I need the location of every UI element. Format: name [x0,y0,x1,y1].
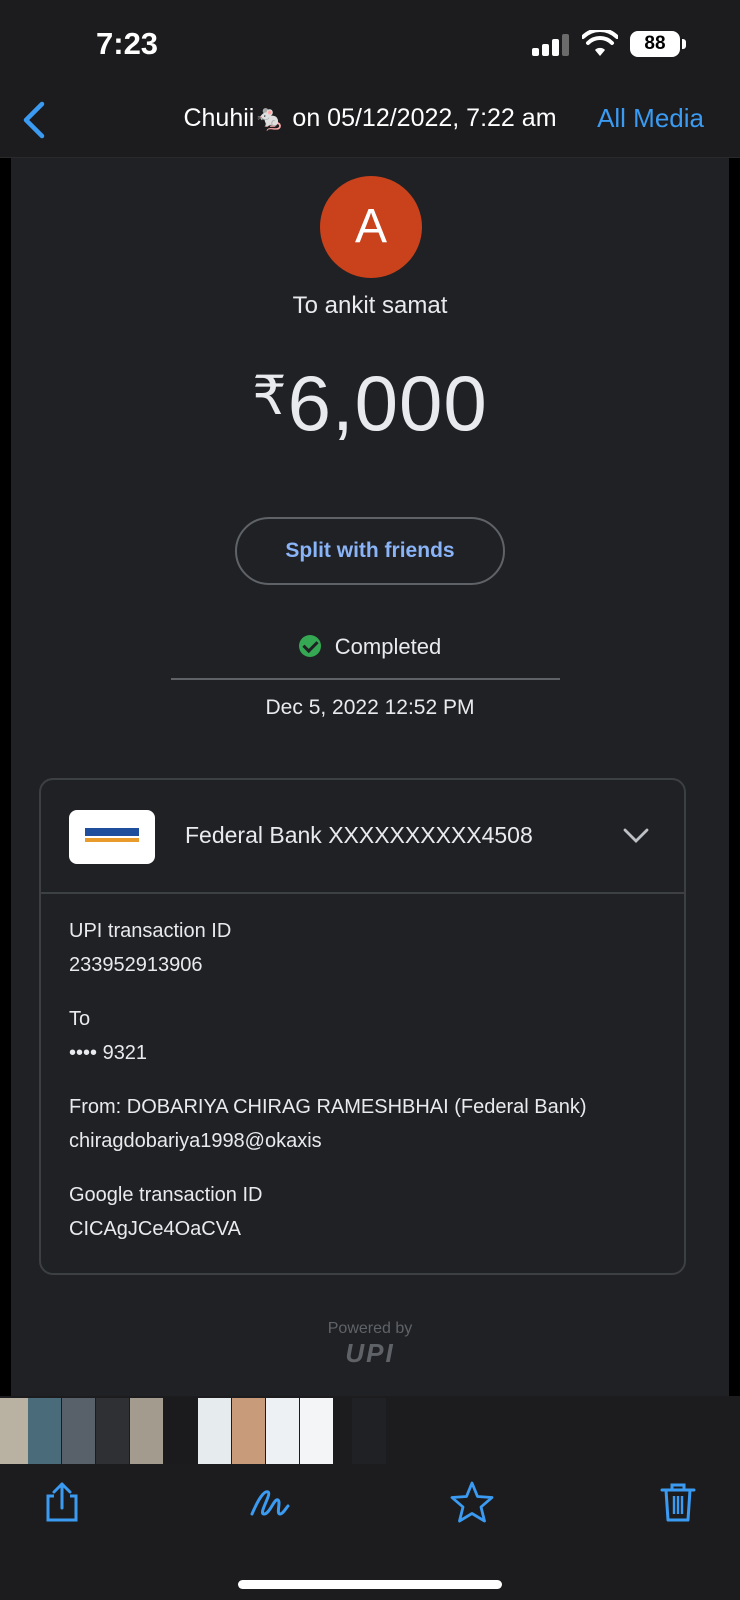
upi-transaction-id-label: UPI transaction ID [69,920,232,942]
thumbnail[interactable] [96,1398,129,1464]
share-icon[interactable] [40,1480,84,1524]
to-account-value: •••• 9321 [69,1042,148,1064]
chevron-down-icon [623,828,649,843]
thumbnail[interactable] [164,1398,197,1464]
status-label: Completed [334,634,442,659]
from-upi-id-value: chiragdobariya1998@okaxis [69,1130,322,1152]
home-indicator [238,1580,502,1589]
bottom-toolbar [0,1466,740,1600]
to-label: To [69,1008,91,1030]
from-label: From: DOBARIYA CHIRAG RAMESHBHAI (Federa… [69,1096,587,1118]
battery-icon: 88 [630,31,680,57]
split-with-friends-button: Split with friends [235,517,505,585]
bank-account-label: Federal Bank XXXXXXXXXX4508 [185,822,533,848]
thumbnail[interactable] [300,1398,333,1464]
trash-icon[interactable] [656,1480,700,1524]
photo-viewer[interactable]: A To ankit samat ₹6,000 Split with frien… [0,158,740,1396]
google-transaction-id-value: CICAgJCe4OaCVA [69,1218,241,1240]
bank-account-row: Federal Bank XXXXXXXXXX4508 [41,780,684,894]
thumbnail[interactable] [28,1398,61,1464]
payment-datetime: Dec 5, 2022 12:52 PM [265,696,475,719]
divider [171,678,560,680]
battery-nub [682,39,686,49]
transaction-details-card: Federal Bank XXXXXXXXXX4508 UPI transact… [39,778,686,1275]
amount-value: 6,000 [287,359,488,447]
payment-amount: ₹6,000 [11,358,729,449]
thumbnail[interactable] [62,1398,95,1464]
payment-receipt: A To ankit samat ₹6,000 Split with frien… [11,158,729,1396]
favorite-icon[interactable] [450,1480,494,1524]
thumbnail[interactable] [198,1398,231,1464]
powered-by-label: Powered by [327,1320,413,1337]
payment-status: Completed [11,634,729,660]
nav-bar: Chuhii🐁 on 05/12/2022, 7:22 am All Media [0,88,740,158]
wifi-icon [582,30,618,56]
thumbnail-current[interactable] [352,1398,386,1464]
upi-transaction-id-value: 233952913906 [69,954,203,976]
thumbnail-strip[interactable] [0,1396,740,1466]
status-bar: 7:23 88 [0,0,740,88]
federal-bank-logo [69,810,155,864]
check-circle-icon [298,635,321,657]
all-media-button[interactable]: All Media [597,103,704,134]
currency-symbol: ₹ [252,366,288,426]
thumbnail[interactable] [266,1398,299,1464]
transaction-details: UPI transaction ID 233952913906 To •••• … [69,920,587,1272]
thumbnail[interactable] [130,1398,163,1464]
google-transaction-id-label: Google transaction ID [69,1184,263,1206]
status-time: 7:23 [96,26,159,61]
cellular-signal-icon [532,34,570,56]
upi-logo: UPI [345,1338,395,1368]
thumbnail[interactable] [232,1398,265,1464]
payee-name: To ankit samat [292,292,448,319]
markup-icon[interactable] [248,1480,292,1524]
payee-avatar: A [320,176,422,278]
